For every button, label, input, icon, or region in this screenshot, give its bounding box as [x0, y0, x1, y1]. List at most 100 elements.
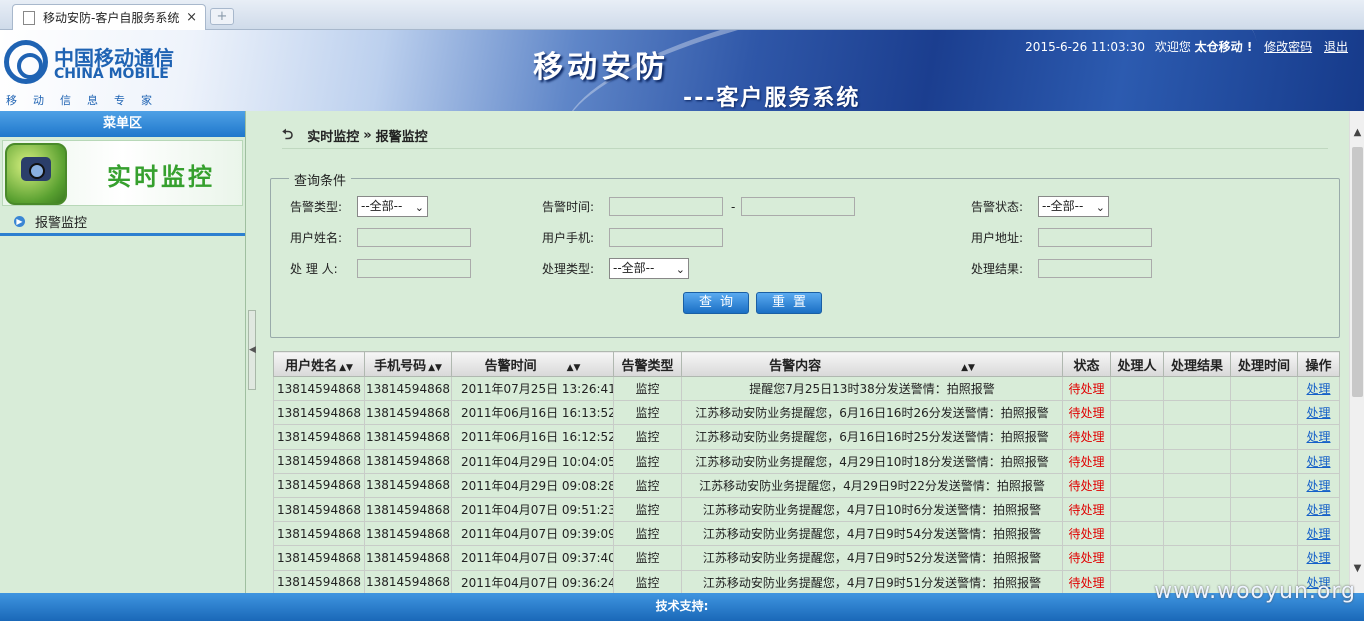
- alarm-time-cell: 2011年04月29日 09:08:28: [451, 472, 614, 498]
- china-mobile-logo: 中国移动通信 CHINA MOBILE 移动信息专家: [2, 36, 174, 108]
- alarm-type-cell: 监控: [613, 472, 682, 498]
- search-button[interactable]: 查询: [683, 292, 749, 314]
- alarm-content-cell: 江苏移动安防业务提醒您，4月29日9时22分发送警情：拍照报警: [681, 472, 1063, 498]
- handle-time-cell: [1230, 448, 1298, 474]
- browser-tab[interactable]: 移动安防-客户自服务系统 ×: [12, 4, 206, 30]
- phone-cell: 13814594868: [364, 472, 452, 498]
- handle-action-link[interactable]: 处理: [1297, 521, 1340, 547]
- vertical-scrollbar[interactable]: ▲ ▼: [1349, 111, 1364, 593]
- alarm-time-cell: 2011年07月25日 13:26:41: [451, 375, 614, 402]
- handle-result-cell: [1163, 448, 1231, 474]
- alarm-time-label: 告警时间:: [542, 200, 595, 214]
- handler-input[interactable]: [357, 259, 471, 278]
- table-row: 13814594868 13814594868 2011年06月16日 16:13:…: [273, 400, 1340, 426]
- handle-action-link[interactable]: 处理: [1297, 375, 1340, 402]
- camera-icon: [5, 143, 67, 205]
- handle-action-link[interactable]: 处理: [1297, 424, 1340, 450]
- handle-action-link[interactable]: 处理: [1297, 448, 1340, 474]
- chevron-down-icon: ⌄: [1095, 201, 1105, 214]
- query-row-3: 处 理 人: 处理类型: --全部-- ⌄ 处理结果:: [271, 258, 1341, 280]
- logo-english: CHINA MOBILE: [54, 66, 169, 82]
- app-title: 移动安防: [533, 50, 669, 85]
- back-arrow-icon: ⮌: [282, 126, 294, 143]
- column-header[interactable]: 手机号码 ▲▼: [364, 351, 452, 377]
- user-address-label: 用户地址:: [971, 231, 1024, 245]
- breadcrumb-parent[interactable]: 实时监控: [307, 126, 359, 145]
- alarm-time-cell: 2011年04月07日 09:39:09: [451, 521, 614, 547]
- new-tab-button[interactable]: +: [210, 8, 234, 25]
- handler-label: 处 理 人:: [290, 262, 338, 276]
- close-icon[interactable]: ×: [186, 10, 197, 25]
- logout-link[interactable]: 退出: [1324, 40, 1348, 54]
- alarm-time-cell: 2011年04月07日 09:36:24: [451, 569, 614, 593]
- breadcrumb-current: 报警监控: [375, 130, 428, 145]
- column-header[interactable]: 处理人: [1110, 351, 1164, 377]
- sort-icon: ▲▼: [566, 362, 581, 373]
- column-header[interactable]: 用户姓名 ▲▼: [273, 351, 365, 377]
- alarm-type-cell: 监控: [613, 448, 682, 474]
- column-header[interactable]: 告警类型: [613, 351, 682, 377]
- column-header[interactable]: 处理结果: [1163, 351, 1231, 377]
- alarm-type-select[interactable]: --全部-- ⌄: [357, 196, 428, 217]
- alarm-content-cell: 江苏移动安防业务提醒您，4月7日9时52分发送警情：拍照报警: [681, 545, 1063, 571]
- handle-action-link[interactable]: 处理: [1297, 400, 1340, 426]
- alarm-type-cell: 监控: [613, 400, 682, 426]
- phone-cell: 13814594868: [364, 448, 452, 474]
- scroll-thumb[interactable]: [1352, 147, 1363, 397]
- sidebar-item-label: 报警监控: [35, 216, 88, 231]
- handler-cell: [1110, 472, 1164, 498]
- handle-type-select[interactable]: --全部-- ⌄: [609, 258, 689, 279]
- change-password-link[interactable]: 修改密码: [1264, 40, 1312, 54]
- table-body: 13814594868 13814594868 2011年07月25日 13:26:…: [273, 375, 1340, 593]
- table-header-row: 用户姓名 ▲▼ 手机号码 ▲▼ 告警时间 ▲▼ 告警类型 告警内容 ▲▼ 状态 处理人 …: [273, 351, 1340, 377]
- collapse-splitter[interactable]: ◀: [248, 310, 256, 390]
- alarm-time-cell: 2011年06月16日 16:12:52: [451, 424, 614, 450]
- alarm-content-cell: 江苏移动安防业务提醒您，4月7日10时6分发送警情：拍照报警: [681, 496, 1063, 523]
- user-name-cell: 13814594868: [273, 448, 365, 474]
- column-header[interactable]: 状态: [1062, 351, 1111, 377]
- alarm-status-select[interactable]: --全部-- ⌄: [1038, 196, 1109, 217]
- handle-time-cell: [1230, 400, 1298, 426]
- handle-time-cell: [1230, 472, 1298, 498]
- handle-action-link[interactable]: 处理: [1297, 496, 1340, 523]
- scroll-up-icon[interactable]: ▲: [1350, 127, 1364, 141]
- alarm-type-cell: 监控: [613, 375, 682, 402]
- reset-button[interactable]: 重置: [756, 292, 822, 314]
- app-subtitle: ---客户服务系统: [683, 86, 861, 111]
- status-cell: 待处理: [1062, 569, 1111, 593]
- user-address-input[interactable]: [1038, 228, 1152, 247]
- column-header[interactable]: 处理时间: [1230, 351, 1298, 377]
- column-header[interactable]: 告警内容 ▲▼: [681, 351, 1063, 377]
- chevron-down-icon: ⌄: [414, 201, 424, 214]
- column-header: 操作: [1297, 351, 1340, 377]
- menu-banner[interactable]: 实时监控: [2, 140, 243, 206]
- user-name-cell: 13814594868: [273, 496, 365, 523]
- user-phone-input[interactable]: [609, 228, 723, 247]
- sidebar-item-alarm-monitor[interactable]: ▶ 报警监控: [0, 210, 245, 236]
- phone-cell: 13814594868: [364, 569, 452, 593]
- handle-time-cell: [1230, 424, 1298, 450]
- handle-result-input[interactable]: [1038, 259, 1152, 278]
- alarm-type-cell: 监控: [613, 496, 682, 523]
- welcome-text: 欢迎您: [1154, 40, 1191, 54]
- column-header[interactable]: 告警时间 ▲▼: [451, 351, 614, 377]
- status-cell: 待处理: [1062, 472, 1111, 498]
- user-name-input[interactable]: [357, 228, 471, 247]
- table-row: 13814594868 13814594868 2011年04月07日 09:39:…: [273, 521, 1340, 547]
- handler-cell: [1110, 400, 1164, 426]
- alarm-time-start-input[interactable]: [609, 197, 723, 216]
- datetime: 2015-6-26 11:03:30: [1025, 40, 1145, 54]
- handle-action-link[interactable]: 处理: [1297, 545, 1340, 571]
- scroll-down-icon[interactable]: ▼: [1350, 563, 1364, 577]
- tab-title: 移动安防-客户自服务系统: [43, 11, 180, 25]
- alarm-time-end-input[interactable]: [741, 197, 855, 216]
- handle-time-cell: [1230, 545, 1298, 571]
- query-row-2: 用户姓名: 用户手机: 用户地址:: [271, 227, 1341, 249]
- chevron-down-icon: ⌄: [675, 263, 685, 276]
- handle-action-link[interactable]: 处理: [1297, 472, 1340, 498]
- handler-cell: [1110, 448, 1164, 474]
- sidebar: 菜单区 实时监控 ▶ 报警监控: [0, 111, 246, 593]
- handler-cell: [1110, 375, 1164, 402]
- phone-cell: 13814594868: [364, 496, 452, 523]
- alarm-status-value: --全部--: [1042, 199, 1084, 213]
